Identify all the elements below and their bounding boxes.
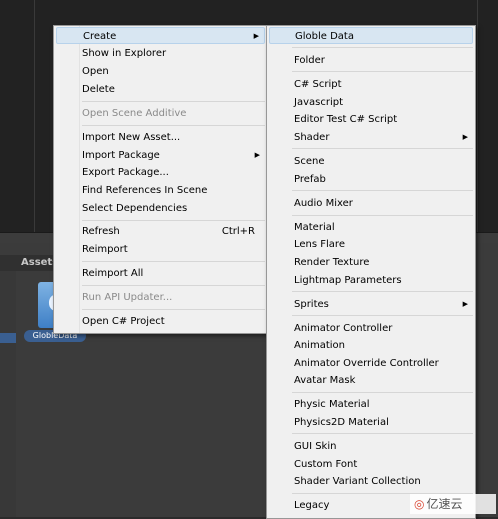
menu-separator — [292, 215, 473, 216]
menu-separator — [292, 315, 473, 316]
menu-item-animation[interactable]: Animation — [269, 337, 473, 354]
menu-item-import-package[interactable]: Import Package ▶ — [56, 147, 265, 164]
menu-item-refresh[interactable]: Refresh Ctrl+R — [56, 223, 265, 240]
menu-item-open-csharp-project[interactable]: Open C# Project — [56, 313, 265, 330]
submenu-arrow-icon: ▶ — [254, 151, 260, 159]
menu-item-shader-variant-collection[interactable]: Shader Variant Collection — [269, 473, 473, 490]
watermark: ◎ 亿速云 — [410, 494, 496, 514]
menu-item-lens-flare[interactable]: Lens Flare — [269, 236, 473, 253]
menu-separator — [82, 285, 265, 286]
menu-item-import-new-asset[interactable]: Import New Asset... — [56, 129, 265, 146]
menu-item-custom-font[interactable]: Custom Font — [269, 456, 473, 473]
menu-item-globle-data[interactable]: Globle Data — [269, 27, 473, 44]
scene-divider — [477, 0, 478, 232]
menu-item-reimport-all[interactable]: Reimport All — [56, 265, 265, 282]
menu-item-prefab[interactable]: Prefab — [269, 171, 473, 188]
menu-separator — [292, 148, 473, 149]
menu-item-open[interactable]: Open — [56, 63, 265, 80]
submenu-arrow-icon: ▶ — [462, 133, 468, 141]
menu-item-animator-override-controller[interactable]: Animator Override Controller — [269, 355, 473, 372]
menu-separator — [292, 71, 473, 72]
menu-separator — [82, 101, 265, 102]
menu-item-scene[interactable]: Scene — [269, 153, 473, 170]
menu-item-reimport[interactable]: Reimport — [56, 241, 265, 258]
menu-item-physic-material[interactable]: Physic Material — [269, 396, 473, 413]
folder-tree-selection[interactable] — [0, 333, 16, 343]
folder-tree[interactable] — [0, 271, 16, 517]
menu-separator — [82, 261, 265, 262]
menu-item-select-dependencies[interactable]: Select Dependencies — [56, 200, 265, 217]
menu-item-export-package[interactable]: Export Package... — [56, 164, 265, 181]
menu-separator — [82, 309, 265, 310]
menu-item-create[interactable]: Create ▶ — [56, 27, 265, 44]
menu-separator — [292, 47, 473, 48]
menu-item-javascript[interactable]: Javascript — [269, 94, 473, 111]
menu-item-show-in-explorer[interactable]: Show in Explorer — [56, 45, 265, 62]
menu-item-folder[interactable]: Folder — [269, 52, 473, 69]
menu-item-animator-controller[interactable]: Animator Controller — [269, 320, 473, 337]
menu-separator — [82, 220, 265, 221]
menu-item-editor-test-script[interactable]: Editor Test C# Script — [269, 111, 473, 128]
menu-separator — [292, 392, 473, 393]
menu-item-render-texture[interactable]: Render Texture — [269, 254, 473, 271]
scene-divider — [34, 0, 35, 232]
menu-item-delete[interactable]: Delete — [56, 81, 265, 98]
menu-separator — [292, 433, 473, 434]
menu-separator — [82, 125, 265, 126]
menu-item-gui-skin[interactable]: GUI Skin — [269, 438, 473, 455]
create-submenu: Globle Data Folder C# Script Javascript … — [266, 25, 476, 519]
menu-item-csharp-script[interactable]: C# Script — [269, 76, 473, 93]
submenu-arrow-icon: ▶ — [253, 32, 259, 40]
menu-item-material[interactable]: Material — [269, 219, 473, 236]
menu-item-open-scene-additive: Open Scene Additive — [82, 108, 187, 119]
menu-item-physics2d-material[interactable]: Physics2D Material — [269, 414, 473, 431]
watermark-logo-icon: ◎ — [414, 497, 425, 511]
assets-tab[interactable]: Assets — [0, 255, 60, 271]
menu-item-audio-mixer[interactable]: Audio Mixer — [269, 195, 473, 212]
menu-item-label: Shader — [294, 132, 330, 143]
menu-item-lightmap-parameters[interactable]: Lightmap Parameters — [269, 272, 473, 289]
menu-item-run-api-updater: Run API Updater... — [82, 292, 173, 303]
menu-separator — [292, 190, 473, 191]
menu-item-label: Sprites — [294, 299, 329, 310]
menu-item-sprites[interactable]: Sprites ▶ — [269, 296, 473, 313]
menu-item-label: Import Package — [82, 150, 160, 161]
shortcut-label: Ctrl+R — [221, 226, 255, 237]
asset-context-menu: Create ▶ Show in Explorer Open Delete Op… — [53, 25, 268, 334]
menu-item-shader[interactable]: Shader ▶ — [269, 129, 473, 146]
menu-separator — [292, 291, 473, 292]
menu-item-label: Refresh — [82, 226, 120, 237]
menu-item-avatar-mask[interactable]: Avatar Mask — [269, 372, 473, 389]
watermark-text: 亿速云 — [426, 497, 463, 511]
submenu-arrow-icon: ▶ — [462, 300, 468, 308]
menu-item-label: Create — [83, 31, 117, 42]
menu-item-find-references[interactable]: Find References In Scene — [56, 182, 265, 199]
